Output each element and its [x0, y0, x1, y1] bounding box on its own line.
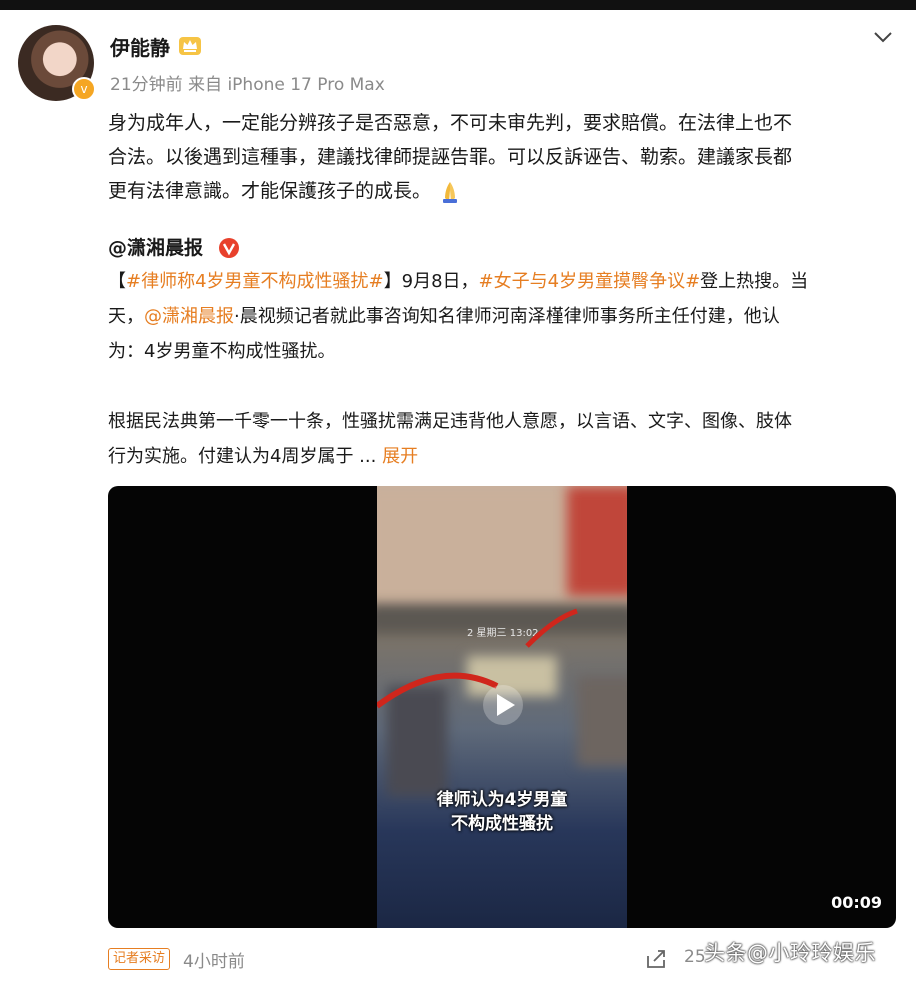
verified-icon: [219, 238, 239, 258]
user-name[interactable]: 伊能静: [110, 32, 170, 61]
avatar[interactable]: v: [18, 25, 96, 101]
repost-line-2: 天，@潇湘晨报·晨视频记者就此事咨询知名律师河南泽槿律师事务所主任付建，他认: [108, 299, 893, 334]
repost-text: 【#律师称4岁男童不构成性骚扰#】9月8日，#女子与4岁男童摸臀争议#登上热搜。…: [108, 264, 893, 369]
footer-time: 4小时前: [183, 952, 245, 972]
repost-count[interactable]: 25: [684, 947, 706, 967]
repost-author[interactable]: @潇湘晨报: [108, 233, 203, 260]
post-screen: v 伊能静 21分钟前 来自 iPhone 17 Pro Max 身为成年人，一…: [0, 0, 916, 986]
topic-link[interactable]: #律师称4岁男童不构成性骚扰#: [126, 271, 384, 292]
status-bar: [0, 0, 916, 10]
video-blur-region: [567, 486, 627, 596]
topic-link[interactable]: #女子与4岁男童摸臀争议#: [479, 271, 701, 292]
post-meta: 21分钟前 来自 iPhone 17 Pro Max: [110, 75, 385, 95]
video-player[interactable]: 2 星期三 13:02 律师认为4岁男童 不构成性骚扰 00:09: [108, 486, 896, 928]
play-icon[interactable]: [482, 684, 524, 726]
post-body-line: 身为成年人，一定能分辨孩子是否惡意，不可未审先判，要求賠償。在法律上也不: [108, 112, 793, 134]
video-caption-line: 不构成性骚扰: [451, 814, 553, 834]
repost-para2-line-1: 根据民法典第一千零一十条，性骚扰需满足违背他人意愿，以言语、文字、图像、肢体: [108, 411, 792, 432]
post-body-line: 合法。以後遇到這種事，建議找律師提誣告罪。可以反訴诬告、勒索。建議家長都: [108, 146, 793, 168]
crown-icon: [179, 37, 201, 55]
bracket-text: 【: [108, 271, 126, 292]
video-caption-line: 律师认为4岁男童: [436, 790, 568, 810]
repost-line-1: 【#律师称4岁男童不构成性骚扰#】9月8日，#女子与4岁男童摸臀争议#登上热搜。…: [108, 264, 893, 299]
repost-line-3: 为：4岁男童不构成性骚扰。: [108, 341, 336, 362]
video-caption: 律师认为4岁男童 不构成性骚扰: [377, 788, 627, 836]
chevron-down-icon[interactable]: [872, 28, 894, 46]
post-body-line: 更有法律意識。才能保護孩子的成長。: [108, 174, 898, 208]
text-segment: 天，: [108, 306, 144, 327]
text-segment: 行为实施。付建认为4周岁属于 ...: [108, 446, 377, 467]
post-body-line-text: 更有法律意識。才能保護孩子的成長。: [108, 180, 432, 202]
source-badge: 记者采访: [108, 948, 171, 970]
mention-link[interactable]: @潇湘晨报: [144, 306, 234, 327]
pray-emoji-icon: [443, 181, 458, 203]
video-frame: 2 星期三 13:02 律师认为4岁男童 不构成性骚扰: [377, 486, 627, 928]
repost-paragraph-2: 根据民法典第一千零一十条，性骚扰需满足违背他人意愿，以言语、文字、图像、肢体 行…: [108, 404, 893, 474]
expand-link[interactable]: 展开: [382, 446, 418, 467]
text-segment: 登上热搜。当: [700, 271, 809, 292]
repost-para2-line-2: 行为实施。付建认为4周岁属于 ... 展开: [108, 439, 893, 474]
share-icon[interactable]: [645, 948, 667, 970]
watermark: 头条@小玲玲娱乐: [704, 941, 876, 965]
video-duration: 00:09: [831, 893, 882, 912]
post-body: 身为成年人，一定能分辨孩子是否惡意，不可未审先判，要求賠償。在法律上也不 合法。…: [108, 106, 898, 208]
text-segment: ·晨视频记者就此事咨询知名律师河南泽槿律师事务所主任付建，他认: [234, 306, 780, 327]
verified-badge-icon: v: [72, 77, 96, 101]
text-segment: 】9月8日，: [383, 271, 479, 292]
